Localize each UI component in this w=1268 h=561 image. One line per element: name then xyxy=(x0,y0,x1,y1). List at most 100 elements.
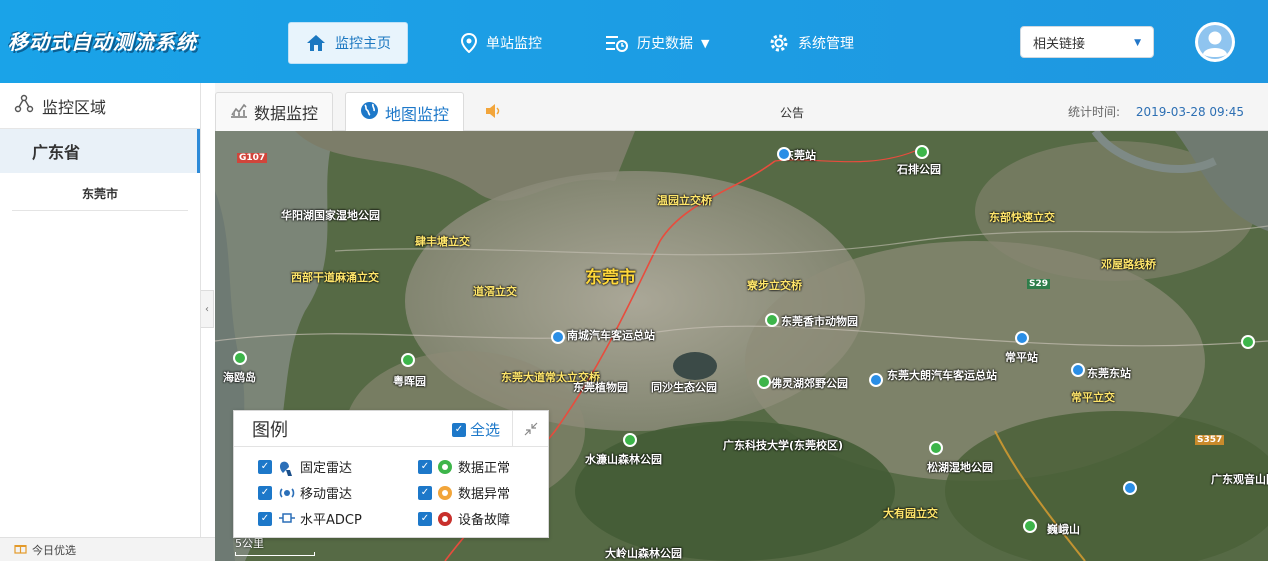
park-marker[interactable] xyxy=(401,353,415,367)
stat-time-value: 2019-03-28 09:45 xyxy=(1135,105,1244,119)
map-label: 粤晖园 xyxy=(393,375,426,388)
tab-data-monitor[interactable]: 数据监控 xyxy=(215,92,334,131)
station-marker[interactable] xyxy=(1015,331,1029,345)
road-sign: G107 xyxy=(237,153,268,163)
tab-map-monitor-label: 地图监控 xyxy=(385,104,450,124)
map-label: 邓屋路线桥 xyxy=(1101,258,1156,271)
map-label: 石排公园 xyxy=(897,163,941,176)
nav-history[interactable]: 历史数据 ▼ xyxy=(605,22,709,64)
chevron-down-icon: ▼ xyxy=(701,36,710,50)
station-marker[interactable] xyxy=(1071,363,1085,377)
footer-label[interactable]: 今日优选 xyxy=(32,542,76,558)
user-icon xyxy=(1198,25,1232,59)
legend-item-data-normal[interactable]: ✓ 数据正常 xyxy=(418,457,510,476)
avatar[interactable] xyxy=(1195,22,1235,62)
tab-bar: 数据监控 地图监控 公告 统计时间: 2019-03-28 09:45 xyxy=(215,83,1268,132)
device-fault-icon xyxy=(438,511,452,526)
map-label: 常平立交 xyxy=(1071,391,1115,404)
nav-history-label: 历史数据 xyxy=(637,36,693,52)
nav-single-station-label: 单站监控 xyxy=(486,36,542,52)
speaker-icon[interactable] xyxy=(485,103,503,123)
chevron-down-icon: ▼ xyxy=(1134,38,1141,48)
station-marker[interactable] xyxy=(1123,481,1137,495)
location-pin-icon xyxy=(460,33,478,53)
checkbox-icon[interactable]: ✓ xyxy=(258,485,272,500)
legend-item-horizontal-adcp[interactable]: ✓ 水平ADCP xyxy=(258,509,362,528)
related-links-select[interactable]: 相关链接 ▼ xyxy=(1020,26,1154,58)
map-label: 巍峨山 xyxy=(1047,523,1080,536)
sidebar-collapse-button[interactable]: ‹ xyxy=(201,290,214,328)
map-label: 温园立交桥 xyxy=(657,194,712,207)
legend-select-all[interactable]: ✓ 全选 xyxy=(452,419,500,440)
legend-panel: 图例 ✓ 全选 ✓ 固定雷达 ✓ 移动雷达 ✓ 水平ADCP ✓ 数据正常 ✓ … xyxy=(233,410,549,538)
chart-icon xyxy=(230,102,248,122)
horizontal-adcp-icon xyxy=(278,511,295,527)
legend-select-all-label: 全选 xyxy=(470,421,501,439)
sidebar-item-province[interactable]: 广东省 xyxy=(0,129,200,173)
sidebar-item-city[interactable]: 东莞市 xyxy=(12,177,188,211)
map-label: 海鸥岛 xyxy=(223,371,256,384)
road-sign: S357 xyxy=(1195,435,1225,445)
station-marker[interactable] xyxy=(551,330,565,344)
legend-item-fixed-radar[interactable]: ✓ 固定雷达 xyxy=(258,457,352,476)
checkbox-icon[interactable]: ✓ xyxy=(258,511,272,526)
map-label: 道滘立交 xyxy=(473,285,517,298)
map-scale-bar xyxy=(235,552,315,556)
map-label: 肆丰塘立交 xyxy=(415,235,470,248)
legend-item-mobile-radar[interactable]: ✓ 移动雷达 xyxy=(258,483,352,502)
park-marker[interactable] xyxy=(757,375,771,389)
map-label: 东莞大朗汽车客运总站 xyxy=(887,369,997,382)
park-marker[interactable] xyxy=(765,313,779,327)
sidebar: 监控区域 广东省 东莞市 xyxy=(0,83,201,537)
map-label: 东莞香市动物园 xyxy=(781,315,858,328)
checkbox-icon[interactable]: ✓ xyxy=(418,511,432,526)
status-normal-icon xyxy=(438,459,452,474)
notice-text[interactable]: 公告 xyxy=(780,104,804,121)
top-header: 移动式自动测流系统 监控主页 单站监控 历史数据 ▼ 系统管理 相关链接 ▼ xyxy=(0,0,1268,83)
station-marker[interactable] xyxy=(869,373,883,387)
map-label: 南城汽车客运总站 xyxy=(567,329,655,342)
nav-home-label: 监控主页 xyxy=(335,36,391,52)
map-label: 西部干道麻涌立交 xyxy=(291,271,379,284)
app-title: 移动式自动测流系统 xyxy=(8,30,197,54)
legend-item-label: 水平ADCP xyxy=(300,513,362,528)
park-marker[interactable] xyxy=(1023,519,1037,533)
checkbox-icon[interactable]: ✓ xyxy=(418,459,432,474)
nav-system[interactable]: 系统管理 xyxy=(768,22,854,64)
map-label: 华阳湖国家湿地公园 xyxy=(281,209,380,222)
globe-icon xyxy=(360,101,379,124)
map-scale-label: 5公里 xyxy=(235,537,264,550)
legend-item-device-fault[interactable]: ✓ 设备故障 xyxy=(418,509,510,528)
park-marker[interactable] xyxy=(929,441,943,455)
tab-map-monitor[interactable]: 地图监控 xyxy=(345,92,465,132)
park-marker[interactable] xyxy=(623,433,637,447)
nav-home[interactable]: 监控主页 xyxy=(288,22,408,64)
checkbox-icon[interactable]: ✓ xyxy=(258,459,272,474)
legend-item-label: 固定雷达 xyxy=(300,461,353,476)
map-label: 东莞市 xyxy=(585,268,636,288)
nav-system-label: 系统管理 xyxy=(798,36,854,52)
gear-icon xyxy=(768,32,790,54)
park-marker[interactable] xyxy=(233,351,247,365)
tab-data-monitor-label: 数据监控 xyxy=(254,104,319,123)
checkbox-icon[interactable]: ✓ xyxy=(418,485,432,500)
map-label: 东莞东站 xyxy=(1087,367,1131,380)
nav-single-station[interactable]: 单站监控 xyxy=(460,22,542,64)
fixed-radar-icon xyxy=(278,459,294,476)
map-label: 佛灵湖郊野公园 xyxy=(771,377,848,390)
status-abnormal-icon xyxy=(438,485,452,500)
stat-time: 统计时间: 2019-03-28 09:45 xyxy=(1068,103,1244,120)
park-marker[interactable] xyxy=(1241,335,1255,349)
mobile-radar-icon xyxy=(278,485,295,501)
map-label: 大岭山森林公园 xyxy=(605,547,682,560)
station-marker[interactable] xyxy=(777,147,791,161)
collapse-icon[interactable] xyxy=(512,411,548,447)
legend-item-data-abnormal[interactable]: ✓ 数据异常 xyxy=(418,483,510,502)
map-label: 大有园立交 xyxy=(883,507,938,520)
road-sign: S29 xyxy=(1027,279,1051,289)
map-label: 东部快速立交 xyxy=(989,211,1055,224)
checkbox-icon[interactable]: ✓ xyxy=(452,422,466,437)
sidebar-title: 监控区域 xyxy=(42,97,107,117)
legend-item-label: 数据正常 xyxy=(458,461,511,476)
park-marker[interactable] xyxy=(915,145,929,159)
